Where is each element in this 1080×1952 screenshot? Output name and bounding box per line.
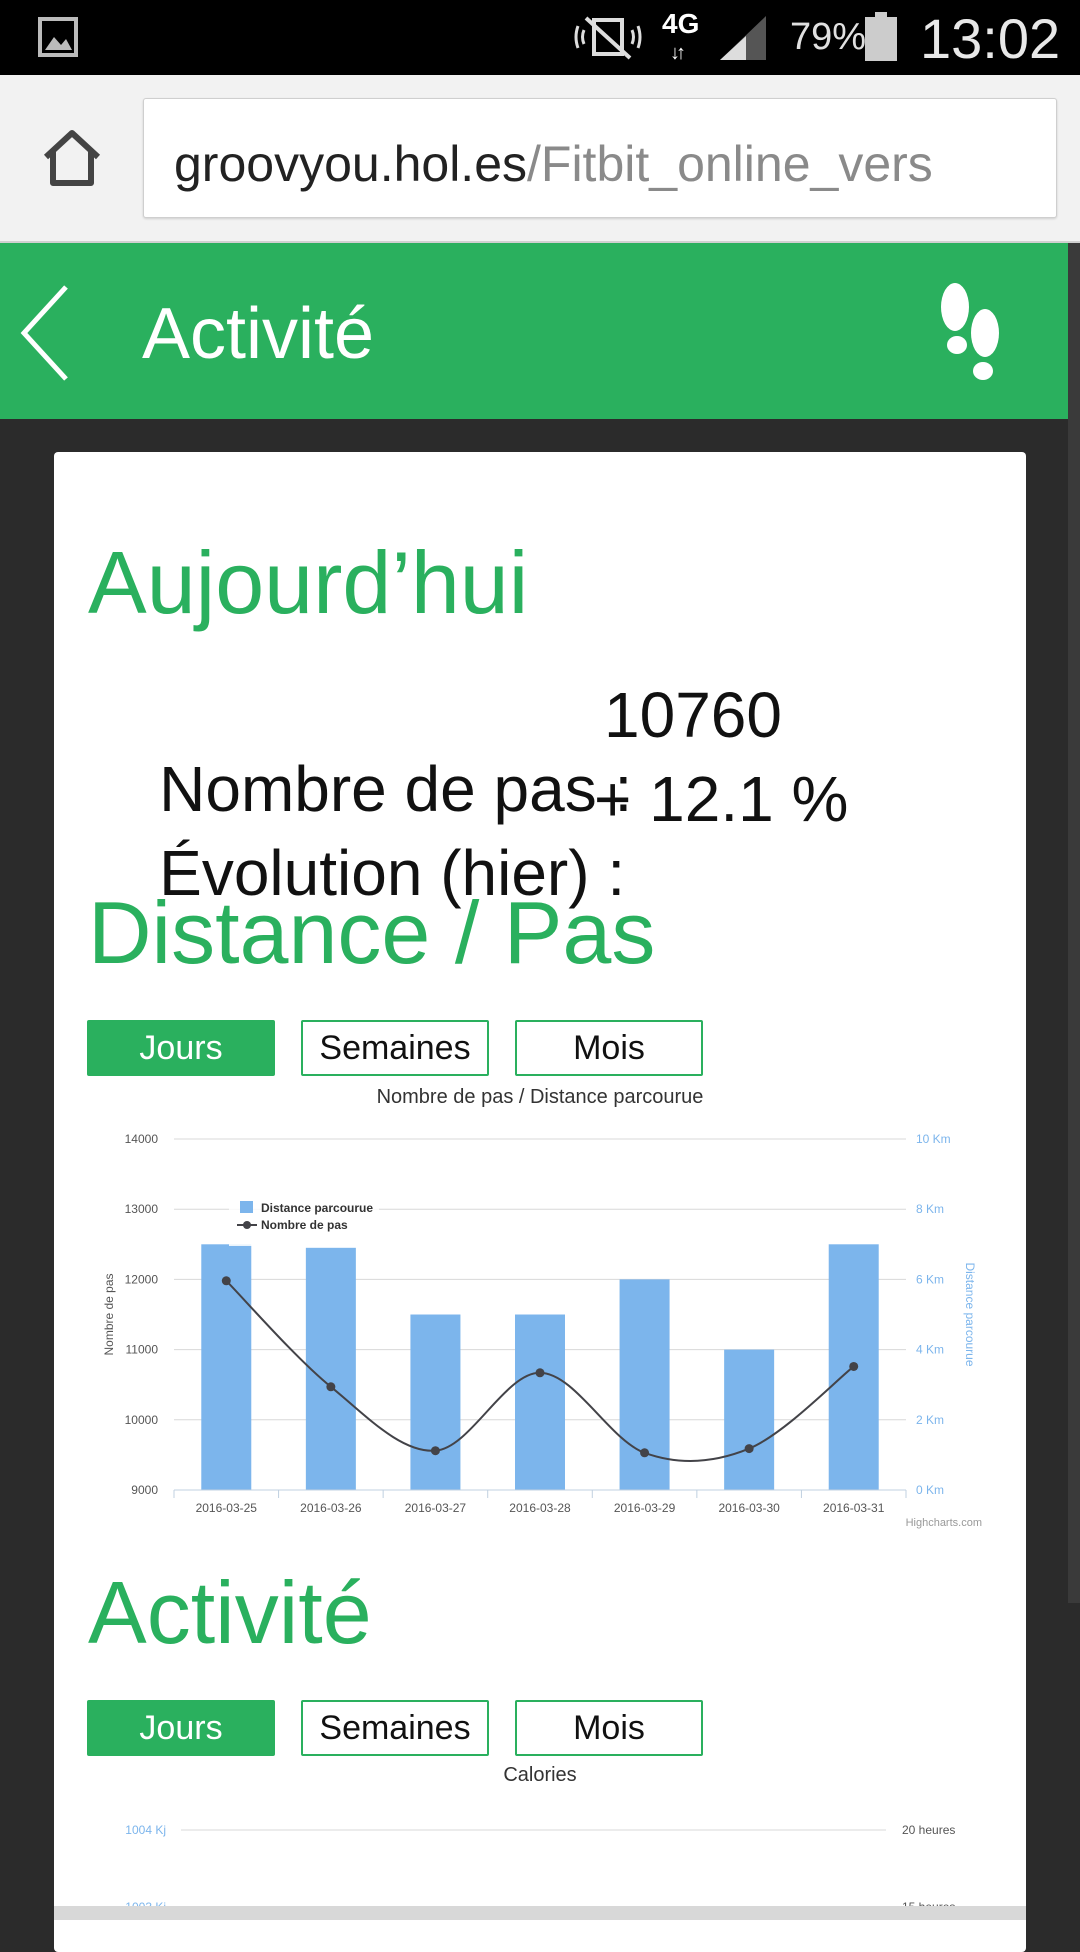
point-steps bbox=[221, 1276, 231, 1286]
battery-percent: 79% bbox=[790, 16, 867, 58]
battery-icon bbox=[865, 12, 897, 61]
activity-heading: Activité bbox=[88, 1563, 372, 1662]
x-tick-label: 2016-03-29 bbox=[614, 1501, 676, 1515]
url-text[interactable]: groovyou.hol.es/Fitbit_online_vers bbox=[174, 135, 974, 193]
content-card: Aujourd’hui Nombre de pas : 10760 Évolut… bbox=[54, 452, 1026, 1952]
home-icon[interactable] bbox=[40, 127, 104, 189]
steps-value: 10760 bbox=[604, 679, 782, 751]
legend-swatch-distance bbox=[240, 1201, 253, 1213]
activity-days-button[interactable]: Jours bbox=[87, 1700, 275, 1756]
url-domain: groovyou.hol.es bbox=[174, 136, 528, 192]
point-steps bbox=[849, 1361, 859, 1371]
point-steps bbox=[535, 1368, 545, 1378]
y-left-tick-label: 12000 bbox=[125, 1272, 159, 1286]
status-bar: 4G ↓↑ 79% 13:02 bbox=[0, 0, 1080, 75]
legend-marker-steps bbox=[243, 1221, 251, 1229]
chart-credits: Highcharts.com bbox=[906, 1517, 982, 1529]
scrollbar[interactable] bbox=[1068, 243, 1080, 1603]
x-tick-label: 2016-03-30 bbox=[718, 1501, 780, 1515]
chart-title: Nombre de pas / Distance parcourue bbox=[376, 1086, 704, 1108]
y-right-axis-title: Distance parcourue bbox=[963, 1262, 977, 1366]
evolution-value: + 12.1 % bbox=[594, 763, 849, 835]
distance-days-button[interactable]: Jours bbox=[87, 1020, 275, 1076]
y-left-tick-label: 14000 bbox=[125, 1132, 159, 1146]
y-right-tick-label: 4 Km bbox=[916, 1343, 944, 1357]
bar-distance bbox=[305, 1247, 356, 1490]
app-header: Activité bbox=[0, 243, 1080, 419]
page-title: Activité bbox=[142, 294, 375, 374]
data-arrows-icon: ↓↑ bbox=[670, 42, 686, 64]
signal-icon bbox=[720, 16, 766, 60]
legend-label-distance: Distance parcourue bbox=[261, 1201, 373, 1215]
bottom-edge bbox=[54, 1906, 1026, 1920]
x-tick-label: 2016-03-28 bbox=[509, 1501, 571, 1515]
bar-distance bbox=[410, 1314, 461, 1490]
x-tick-label: 2016-03-25 bbox=[196, 1501, 258, 1515]
y-left-axis-title: Nombre de pas bbox=[102, 1273, 116, 1355]
y-right-tick-label: 0 Km bbox=[916, 1483, 944, 1497]
clock: 13:02 bbox=[920, 7, 1061, 70]
y-left-tick-label: 13000 bbox=[125, 1202, 159, 1216]
bar-distance bbox=[724, 1349, 775, 1490]
x-tick-label: 2016-03-26 bbox=[300, 1501, 362, 1515]
y-right-tick-label: 20 heures bbox=[902, 1823, 955, 1837]
y-right-tick-label: 6 Km bbox=[916, 1272, 944, 1286]
gallery-icon bbox=[38, 17, 78, 57]
point-steps bbox=[640, 1448, 650, 1458]
mute-icon bbox=[574, 16, 642, 60]
footsteps-icon bbox=[941, 283, 999, 380]
y-right-tick-label: 10 Km bbox=[916, 1132, 951, 1146]
x-tick-label: 2016-03-31 bbox=[823, 1501, 885, 1515]
url-path: /Fitbit_online_vers bbox=[527, 136, 933, 192]
steps-distance-chart: 9000 10000 11000 12000 13000 14000 0 Km 2 Km 4 K… bbox=[102, 1132, 982, 1529]
network-type: 4G bbox=[662, 8, 700, 39]
browser-toolbar: groovyou.hol.es/Fitbit_online_vers bbox=[0, 75, 1080, 243]
y-left-tick-label: 1004 Kj bbox=[125, 1823, 166, 1837]
address-bar[interactable]: groovyou.hol.es/Fitbit_online_vers bbox=[143, 98, 1057, 218]
activity-months-button[interactable]: Mois bbox=[515, 1700, 703, 1756]
point-steps bbox=[326, 1382, 336, 1392]
distance-months-button[interactable]: Mois bbox=[515, 1020, 703, 1076]
today-heading: Aujourd’hui bbox=[88, 533, 529, 632]
x-tick-label: 2016-03-27 bbox=[405, 1501, 467, 1515]
bar-distance bbox=[515, 1314, 565, 1490]
y-right-tick-label: 8 Km bbox=[916, 1202, 944, 1216]
legend-label-steps: Nombre de pas bbox=[261, 1218, 348, 1232]
calories-chart-title: Calories bbox=[503, 1764, 577, 1786]
y-left-tick-label: 9000 bbox=[131, 1483, 158, 1497]
point-steps bbox=[430, 1446, 440, 1456]
back-icon[interactable] bbox=[18, 283, 74, 383]
distance-heading: Distance / Pas bbox=[88, 883, 656, 982]
y-left-tick-label: 11000 bbox=[126, 1343, 159, 1357]
y-right-tick-label: 2 Km bbox=[916, 1413, 944, 1427]
activity-weeks-button[interactable]: Semaines bbox=[301, 1700, 489, 1756]
distance-weeks-button[interactable]: Semaines bbox=[301, 1020, 489, 1076]
point-steps bbox=[744, 1444, 754, 1454]
y-left-tick-label: 10000 bbox=[125, 1413, 159, 1427]
